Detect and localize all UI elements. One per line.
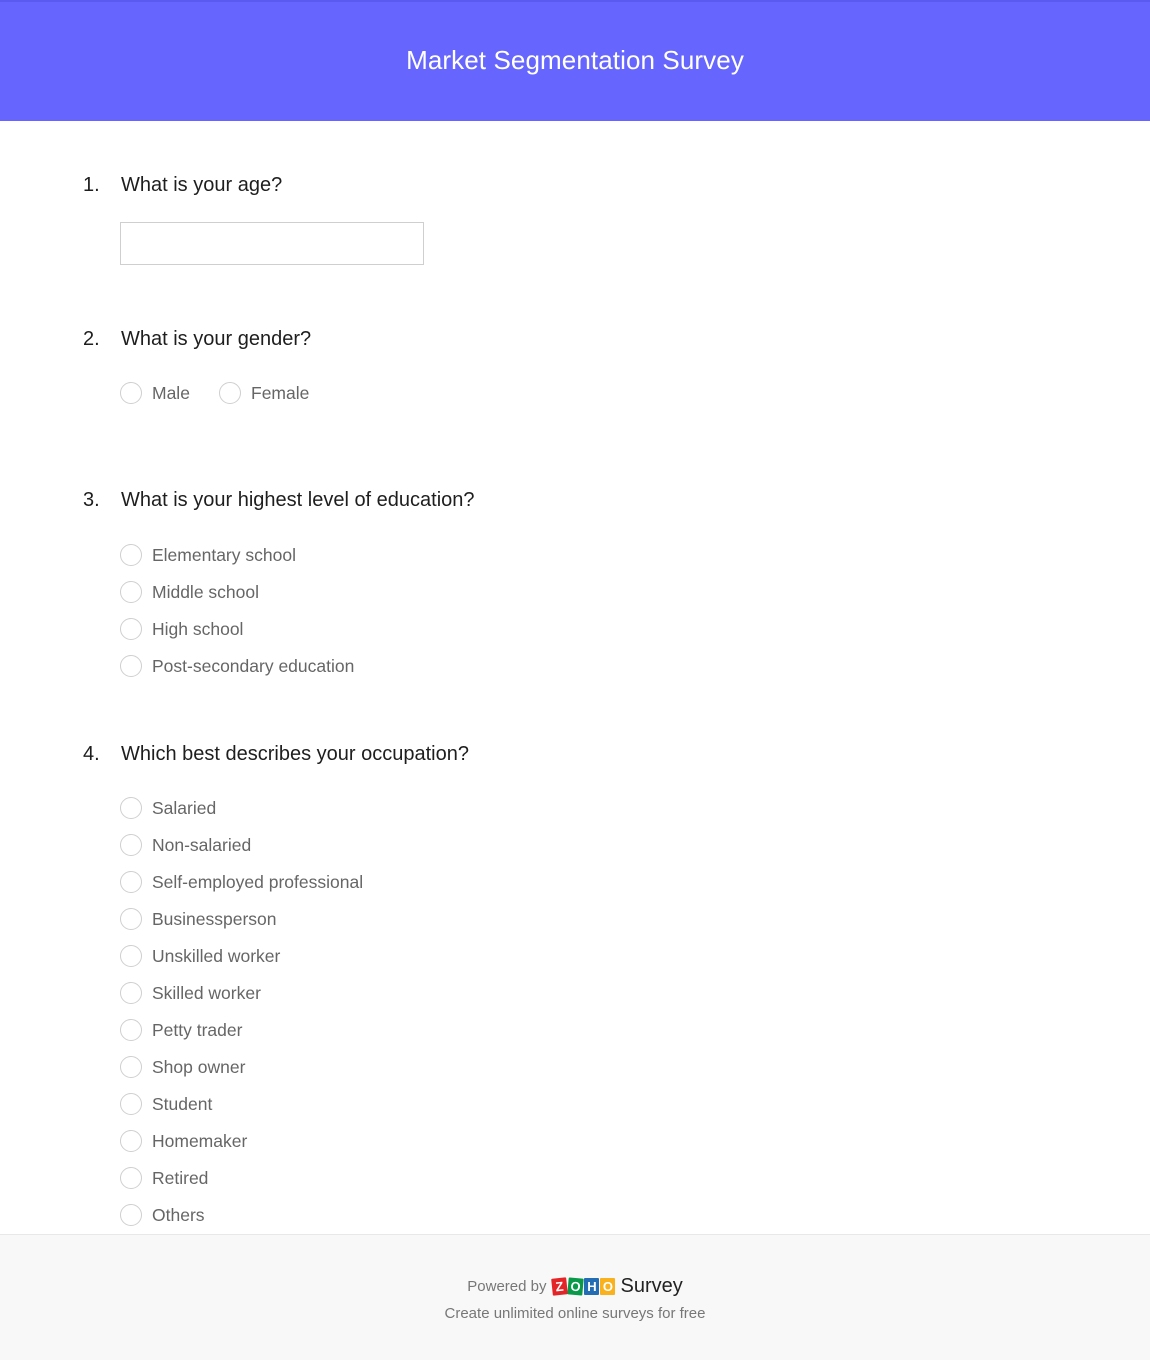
radio-option[interactable]: Petty trader <box>120 1018 242 1042</box>
option-label: Middle school <box>152 581 259 602</box>
question-2: 2. What is your gender? <box>83 328 311 351</box>
radio-button[interactable] <box>120 834 142 856</box>
radio-button[interactable] <box>120 544 142 566</box>
radio-option-female[interactable]: Female <box>219 381 309 405</box>
zoho-logo-icon[interactable]: Z O H O <box>551 1277 616 1296</box>
radio-button[interactable] <box>120 1019 142 1041</box>
option-label: Female <box>251 382 310 403</box>
radio-option[interactable]: Skilled worker <box>120 981 261 1005</box>
survey-title: Market Segmentation Survey <box>406 45 744 75</box>
radio-button[interactable] <box>120 1130 142 1152</box>
radio-option[interactable]: Businessperson <box>120 907 277 931</box>
radio-option[interactable]: Elementary school <box>120 543 296 567</box>
product-name: Survey <box>620 1275 683 1297</box>
option-label: Self-employed professional <box>152 871 364 892</box>
option-label: Petty trader <box>152 1019 243 1040</box>
radio-option[interactable]: High school <box>120 617 243 641</box>
option-label: Unskilled worker <box>152 945 281 966</box>
radio-button[interactable] <box>120 871 142 893</box>
radio-button[interactable] <box>120 797 142 819</box>
question-1: 1. What is your age? <box>83 174 282 197</box>
radio-button[interactable] <box>120 581 142 603</box>
radio-button[interactable] <box>120 982 142 1004</box>
radio-option[interactable]: Retired <box>120 1166 208 1190</box>
age-input[interactable] <box>120 222 424 265</box>
zoho-letter: O <box>600 1278 616 1295</box>
option-label: Male <box>152 382 190 403</box>
radio-button[interactable] <box>120 908 142 930</box>
radio-button[interactable] <box>120 945 142 967</box>
powered-by-text: Powered by <box>467 1278 547 1295</box>
radio-option[interactable]: Self-employed professional <box>120 870 363 894</box>
radio-option[interactable]: Post-secondary education <box>120 654 354 678</box>
question-number: 1. <box>83 174 100 196</box>
footer-tagline[interactable]: Create unlimited online surveys for free <box>0 1305 1150 1322</box>
radio-button[interactable] <box>120 1093 142 1115</box>
footer: Powered by Z O H O Survey Create unlimit… <box>0 1234 1150 1360</box>
question-3: 3. What is your highest level of educati… <box>83 489 475 512</box>
radio-button[interactable] <box>219 382 241 404</box>
zoho-letter: Z <box>551 1277 569 1296</box>
survey-header: Market Segmentation Survey <box>0 0 1150 121</box>
question-number: 2. <box>83 328 100 350</box>
radio-option[interactable]: Salaried <box>120 796 216 820</box>
radio-button[interactable] <box>120 618 142 640</box>
question-text: What is your age? <box>121 174 283 196</box>
radio-option[interactable]: Others <box>120 1203 205 1227</box>
option-label: Post-secondary education <box>152 655 355 676</box>
option-label: Others <box>152 1204 205 1225</box>
radio-option[interactable]: Middle school <box>120 580 259 604</box>
option-label: Homemaker <box>152 1130 248 1151</box>
zoho-letter: O <box>567 1277 585 1296</box>
option-label: Non-salaried <box>152 834 252 855</box>
option-label: Salaried <box>152 797 217 818</box>
powered-by[interactable]: Powered by Z O H O Survey <box>0 1275 1150 1298</box>
radio-button[interactable] <box>120 1204 142 1226</box>
radio-option-male[interactable]: Male <box>120 381 190 405</box>
option-label: Skilled worker <box>152 982 261 1003</box>
option-label: Businessperson <box>152 908 277 929</box>
radio-option[interactable]: Homemaker <box>120 1129 247 1153</box>
radio-option[interactable]: Shop owner <box>120 1055 245 1079</box>
question-number: 4. <box>83 743 100 765</box>
option-label: Shop owner <box>152 1056 246 1077</box>
option-label: Elementary school <box>152 544 296 565</box>
radio-button[interactable] <box>120 382 142 404</box>
question-text: What is your gender? <box>121 328 312 350</box>
zoho-letter: H <box>584 1278 600 1295</box>
question-4: 4. Which best describes your occupation? <box>83 743 469 766</box>
option-label: Student <box>152 1093 213 1114</box>
radio-button[interactable] <box>120 655 142 677</box>
question-text: Which best describes your occupation? <box>121 743 469 765</box>
radio-option[interactable]: Unskilled worker <box>120 944 280 968</box>
radio-option[interactable]: Non-salaried <box>120 833 251 857</box>
question-text: What is your highest level of education? <box>121 489 475 511</box>
radio-button[interactable] <box>120 1167 142 1189</box>
radio-button[interactable] <box>120 1056 142 1078</box>
question-number: 3. <box>83 489 100 511</box>
option-label: High school <box>152 618 244 639</box>
option-label: Retired <box>152 1167 209 1188</box>
radio-option[interactable]: Student <box>120 1092 212 1116</box>
